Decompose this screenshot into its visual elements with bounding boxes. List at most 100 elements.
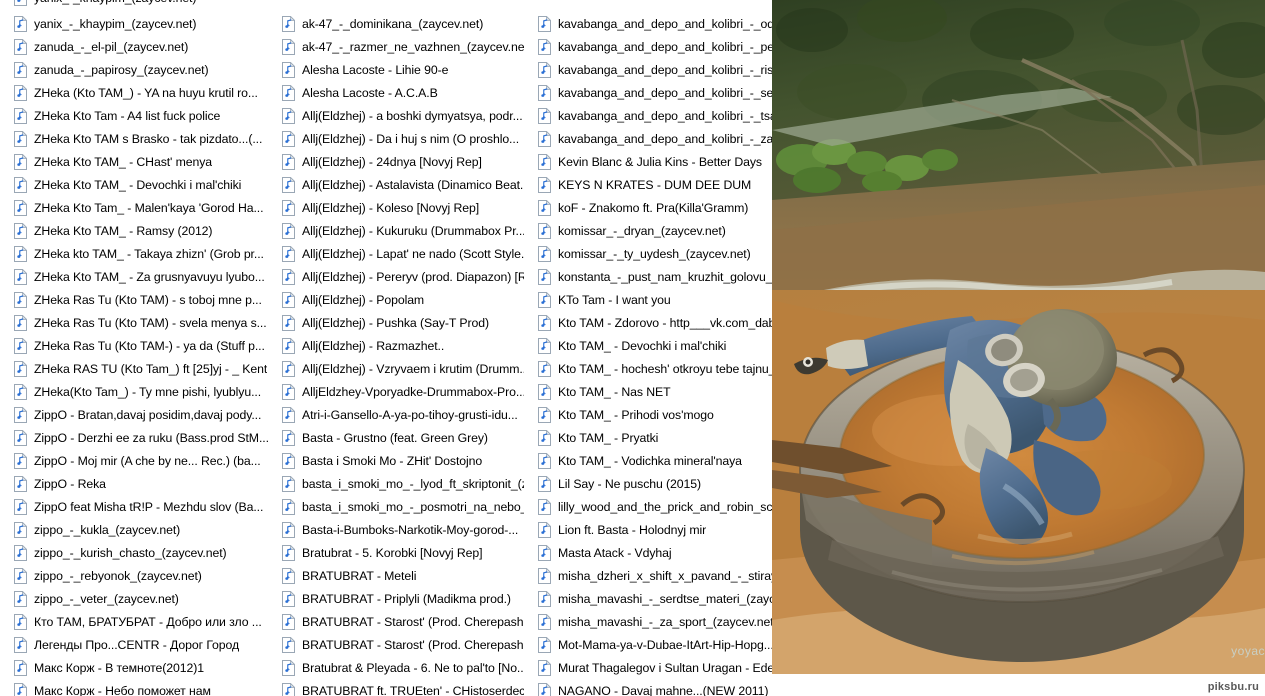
file-list-item[interactable]: misha_mavashi_-_serdtse_materi_(zaycev..… — [524, 587, 772, 610]
file-list-item[interactable]: Bratubrat & Pleyada - 6. Ne to pal'to [N… — [268, 656, 524, 679]
audio-file-icon — [538, 107, 551, 124]
file-list-item[interactable]: Allj(Eldzhej) - Razmazhet.. — [268, 334, 524, 357]
file-list-item[interactable]: basta_i_smoki_mo_-_lyod_ft_skriptonit_(z… — [268, 472, 524, 495]
file-list-item[interactable]: Kto TAM_ - Devochki i mal'chiki — [524, 334, 772, 357]
file-list-item[interactable]: BRATUBRAT - Priplyli (Madikma prod.) — [268, 587, 524, 610]
file-list-item[interactable]: kavabanga_and_depo_and_kolibri_-_risuy..… — [524, 58, 772, 81]
file-list-item[interactable]: ZHeka Kto TAM_ - Ramsy (2012) — [0, 219, 268, 242]
file-column-0[interactable]: yanix_-_khaypim_(zaycev.net) zanuda_-_el-… — [0, 0, 268, 696]
file-list-item[interactable]: ZHeka Ras Tu (Kto TAM-) - ya da (Stuff p… — [0, 334, 268, 357]
file-list-item[interactable]: Bratubrat - 5. Korobki [Novyj Rep] — [268, 541, 524, 564]
file-list-item[interactable]: kavabanga_and_depo_and_kolibri_-_pere... — [524, 35, 772, 58]
file-list-item[interactable]: Murat Thagalegov i Sultan Uragan - Ede — [524, 656, 772, 679]
file-list-item[interactable]: koF - Znakomo ft. Pra(Killa'Gramm) — [524, 196, 772, 219]
file-list-item[interactable]: ZHeka Kto TAM_ - Za grusnyavuyu lyubo... — [0, 265, 268, 288]
file-list-item[interactable]: BRATUBRAT ft. TRUEten' - CHistoserdec... — [268, 679, 524, 696]
file-list-item[interactable]: Макс Корж - Небо поможет нам — [0, 679, 268, 696]
file-list-item[interactable]: ZHeka Kto Tam - A4 list fuck police — [0, 104, 268, 127]
file-list-item[interactable]: yanix_-_khaypim_(zaycev.net) — [0, 0, 268, 9]
file-list-item[interactable]: ZHeka Kto TAM s Brasko - tak pizdato...(… — [0, 127, 268, 150]
file-list-item[interactable]: KTo Tam - I want you — [524, 288, 772, 311]
file-list-item[interactable]: BRATUBRAT - Starost' (Prod. Cherepashk..… — [268, 633, 524, 656]
file-list-item[interactable]: Atri-i-Gansello-A-ya-po-tihoy-grusti-idu… — [268, 403, 524, 426]
file-list-item[interactable]: misha_dzheri_x_shift_x_pavand_-_stiraya_… — [524, 564, 772, 587]
file-list-item[interactable]: Lil Say - Ne puschu (2015) — [524, 472, 772, 495]
file-list-item[interactable]: Allj(Eldzhej) - Pereryv (prod. Diapazon)… — [268, 265, 524, 288]
file-list-item[interactable]: Allj(Eldzhej) - Da i huj s nim (O proshl… — [268, 127, 524, 150]
file-list-item[interactable]: lilly_wood_and_the_prick_and_robin_sch..… — [524, 495, 772, 518]
file-list-item[interactable]: Allj(Eldzhej) - Koleso [Novyj Rep] — [268, 196, 524, 219]
file-list-item[interactable]: Легенды Про...CENTR - Дорог Город — [0, 633, 268, 656]
file-list-item[interactable]: Alesha Lacoste - Lihie 90-e — [268, 58, 524, 81]
file-list-item[interactable]: BRATUBRAT - Meteli — [268, 564, 524, 587]
file-list-item[interactable]: Кто ТАМ, БРАТУБРАТ - Добро или зло ... — [0, 610, 268, 633]
file-list-item[interactable]: kavabanga_and_depo_and_kolibri_-_tsara..… — [524, 104, 772, 127]
file-list-item[interactable]: Allj(Eldzhej) - Pushka (Say-T Prod) — [268, 311, 524, 334]
file-list-item[interactable]: Mot-Mama-ya-v-Dubae-ItArt-Hip-Hopg... — [524, 633, 772, 656]
audio-file-icon — [538, 521, 551, 538]
file-list-item[interactable]: Kto TAM_ - hochesh' otkroyu tebe tajnu_ — [524, 357, 772, 380]
file-list-item[interactable]: Allj(Eldzhej) - Kukuruku (Drummabox Pr..… — [268, 219, 524, 242]
file-list-item[interactable]: ZHeka(Kto Tam_) - Ty mne pishi, lyublyu.… — [0, 380, 268, 403]
file-list-item[interactable]: ZippO feat Misha tR!P - Mezhdu slov (Ba.… — [0, 495, 268, 518]
file-list-item[interactable]: konstanta_-_pust_nam_kruzhit_golovu_... — [524, 265, 772, 288]
file-list-item[interactable]: zanuda_-_el-pil_(zaycev.net) — [0, 35, 268, 58]
file-list-item[interactable]: ZHeka Ras Tu (Kto TAM) - s toboj mne p..… — [0, 288, 268, 311]
file-list-item[interactable]: Allj(Eldzhej) - 24dnya [Novyj Rep] — [268, 150, 524, 173]
file-list-item[interactable]: Allj(Eldzhej) - Vzryvaem i krutim (Drumm… — [268, 357, 524, 380]
file-list-item[interactable]: zippo_-_kurish_chasto_(zaycev.net) — [0, 541, 268, 564]
file-list-item[interactable]: Allj(Eldzhej) - a boshki dymyatsya, podr… — [268, 104, 524, 127]
file-list-item[interactable]: ZHeka RAS TU (Kto Tam_) ft [25]yj - _ Ke… — [0, 357, 268, 380]
file-list-item[interactable]: KEYS N KRATES - DUM DEE DUM — [524, 173, 772, 196]
file-list-item[interactable]: ZHeka Kto TAM_ - CHast' menya — [0, 150, 268, 173]
file-list-item[interactable]: Alesha Lacoste - A.C.A.B — [268, 81, 524, 104]
file-list-item[interactable]: ZHeka Kto TAM_ - Devochki i mal'chiki — [0, 173, 268, 196]
file-list-pane[interactable]: yanix_-_khaypim_(zaycev.net) zanuda_-_el-… — [0, 0, 772, 696]
file-list-item[interactable]: Allj(Eldzhej) - Popolam — [268, 288, 524, 311]
file-list-item[interactable]: komissar_-_dryan_(zaycev.net) — [524, 219, 772, 242]
file-list-item[interactable]: Kto TAM_ - Vodichka mineral'naya — [524, 449, 772, 472]
file-list-item[interactable]: ZHeka kto TAM_ - Takaya zhizn' (Grob pr.… — [0, 242, 268, 265]
file-list-item[interactable]: ZippO - Derzhi ee za ruku (Bass.prod StM… — [0, 426, 268, 449]
file-list-item[interactable]: yanix_-_khaypim_(zaycev.net) — [0, 12, 268, 35]
file-list-item[interactable]: Kto TAM_ - Prihodi vos'mogo — [524, 403, 772, 426]
file-list-item[interactable]: ZippO - Moj mir (A che by ne... Rec.) (b… — [0, 449, 268, 472]
file-list-item[interactable]: Kto TAM - Zdorovo - http___vk.com_dab... — [524, 311, 772, 334]
file-list-item[interactable]: zippo_-_veter_(zaycev.net) — [0, 587, 268, 610]
file-list-item[interactable]: Kevin Blanc & Julia Kins - Better Days — [524, 150, 772, 173]
file-list-item[interactable]: Basta-i-Bumboks-Narkotik-Moy-gorod-... — [268, 518, 524, 541]
file-list-item[interactable]: ak-47_-_dominikana_(zaycev.net) — [268, 12, 524, 35]
file-list-item[interactable]: Allj(Eldzhej) - Lapat' ne nado (Scott St… — [268, 242, 524, 265]
file-list-item[interactable]: BRATUBRAT - Starost' (Prod. Cherepashk..… — [268, 610, 524, 633]
clipped-file-list-item[interactable]: yanix_-_khaypim_(zaycev.net) — [0, 0, 268, 9]
file-list-item[interactable]: ZippO - Reka — [0, 472, 268, 495]
file-list-item[interactable]: NAGANO - Davaj mahne...(NEW 2011) — [524, 679, 772, 696]
file-list-item[interactable]: kavabanga_and_depo_and_kolibri_-_zapu... — [524, 127, 772, 150]
file-column-1[interactable]: ak-47_-_dominikana_(zaycev.net) ak-47_-_r… — [268, 0, 524, 696]
file-list-item[interactable]: Masta Atack - Vdyhaj — [524, 541, 772, 564]
audio-file-icon — [538, 590, 551, 607]
file-list-item[interactable]: zanuda_-_papirosy_(zaycev.net) — [0, 58, 268, 81]
file-list-item[interactable]: ZippO - Bratan,davaj posidim,davaj pody.… — [0, 403, 268, 426]
file-list-item[interactable]: ZHeka Ras Tu (Kto TAM) - svela menya s..… — [0, 311, 268, 334]
file-list-item[interactable]: Basta i Smoki Mo - ZHit' Dostojno — [268, 449, 524, 472]
file-list-item[interactable]: Lion ft. Basta - Holodnyj mir — [524, 518, 772, 541]
file-column-2[interactable]: kavabanga_and_depo_and_kolibri_-_odn... k… — [524, 0, 772, 696]
file-list-item[interactable]: basta_i_smoki_mo_-_posmotri_na_nebo_... — [268, 495, 524, 518]
file-list-item[interactable]: kavabanga_and_depo_and_kolibri_-_set_(..… — [524, 81, 772, 104]
file-list-item[interactable]: zippo_-_rebyonok_(zaycev.net) — [0, 564, 268, 587]
file-list-item[interactable]: misha_mavashi_-_za_sport_(zaycev.net) — [524, 610, 772, 633]
file-name-label: Kto TAM_ - Devochki i mal'chiki — [558, 338, 727, 353]
file-list-item[interactable]: Allj(Eldzhej) - Astalavista (Dinamico Be… — [268, 173, 524, 196]
file-list-item[interactable]: komissar_-_ty_uydesh_(zaycev.net) — [524, 242, 772, 265]
file-list-item[interactable]: Basta - Grustno (feat. Green Grey) — [268, 426, 524, 449]
file-list-item[interactable]: ZHeka Kto Tam_ - Malen'kaya 'Gorod Ha... — [0, 196, 268, 219]
file-list-item[interactable]: Kto TAM_ - Pryatki — [524, 426, 772, 449]
file-list-item[interactable]: zippo_-_kukla_(zaycev.net) — [0, 518, 268, 541]
file-list-item[interactable]: Kto TAM_ - Nas NET — [524, 380, 772, 403]
file-list-item[interactable]: ZHeka (Kto TAM_) - YA na huyu krutil ro.… — [0, 81, 268, 104]
file-list-item[interactable]: kavabanga_and_depo_and_kolibri_-_odn... — [524, 12, 772, 35]
file-list-item[interactable]: ak-47_-_razmer_ne_vazhnen_(zaycev.net) — [268, 35, 524, 58]
file-list-item[interactable]: Макс Корж - В темноте(2012)1 — [0, 656, 268, 679]
file-list-item[interactable]: AlljEldzhey-Vporyadke-Drummabox-Pro... — [268, 380, 524, 403]
